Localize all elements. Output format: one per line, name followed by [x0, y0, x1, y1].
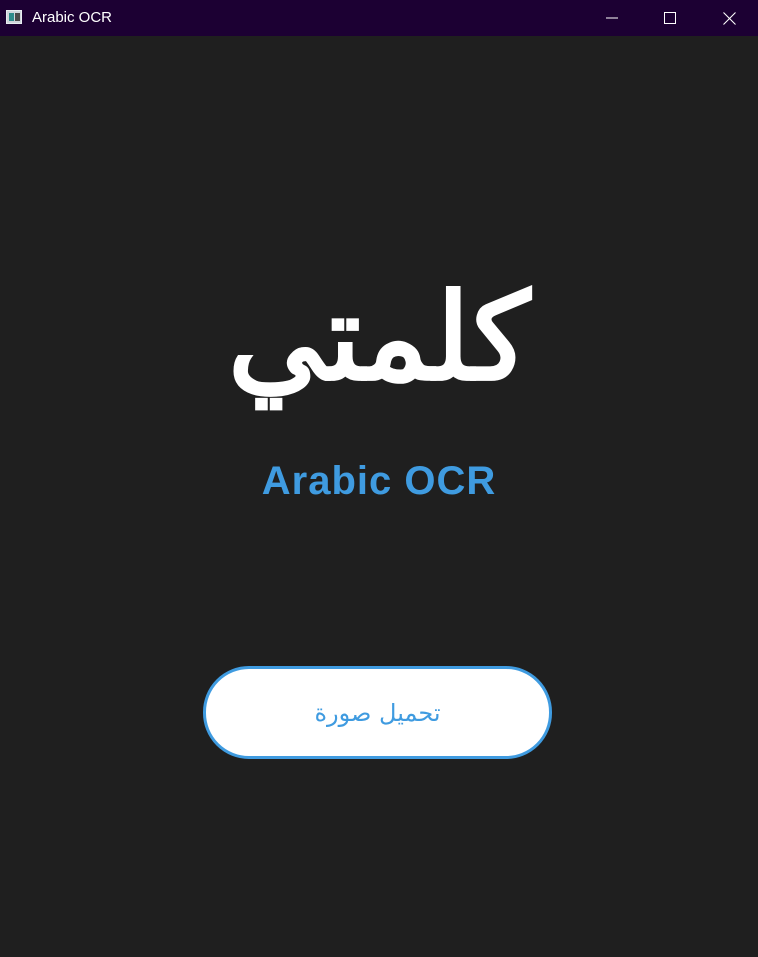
logo-text: كلمتي: [227, 267, 531, 408]
minimize-icon: [606, 17, 618, 19]
main-content: كلمتي Arabic OCR تحميل صورة: [0, 36, 758, 957]
app-subtitle: Arabic OCR: [261, 459, 497, 503]
window-title: Arabic OCR: [32, 9, 113, 26]
maximize-button[interactable]: [641, 0, 699, 36]
upload-image-button[interactable]: تحميل صورة: [203, 666, 552, 759]
app-window: Arabic OCR كلمتي Arabic OCR تحميل صورة: [0, 0, 758, 957]
upload-image-button-label: تحميل صورة: [314, 698, 441, 727]
title-bar[interactable]: Arabic OCR: [0, 0, 758, 36]
close-icon: [722, 11, 736, 25]
close-button[interactable]: [700, 0, 758, 36]
app-window-icon: [6, 10, 22, 24]
maximize-icon: [664, 12, 676, 24]
minimize-button[interactable]: [583, 0, 641, 36]
